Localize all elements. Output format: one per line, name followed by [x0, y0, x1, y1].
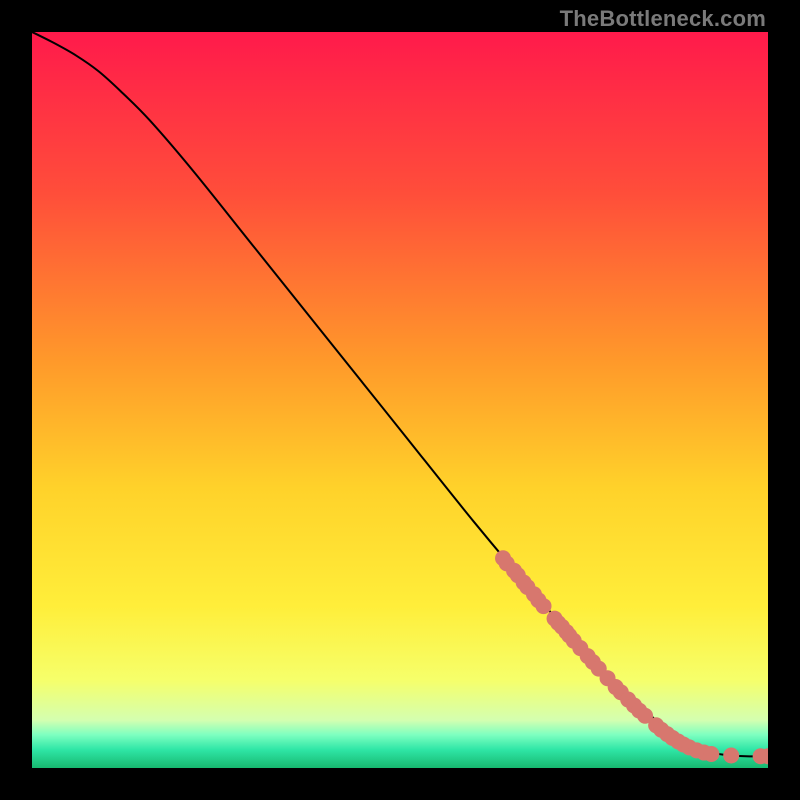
data-marker — [703, 746, 719, 762]
chart-frame: TheBottleneck.com — [0, 0, 800, 800]
watermark-text: TheBottleneck.com — [560, 6, 766, 32]
chart-svg — [32, 32, 768, 768]
data-marker — [723, 747, 739, 763]
plot-area — [32, 32, 768, 768]
data-marker — [536, 598, 552, 614]
gradient-background — [32, 32, 768, 768]
